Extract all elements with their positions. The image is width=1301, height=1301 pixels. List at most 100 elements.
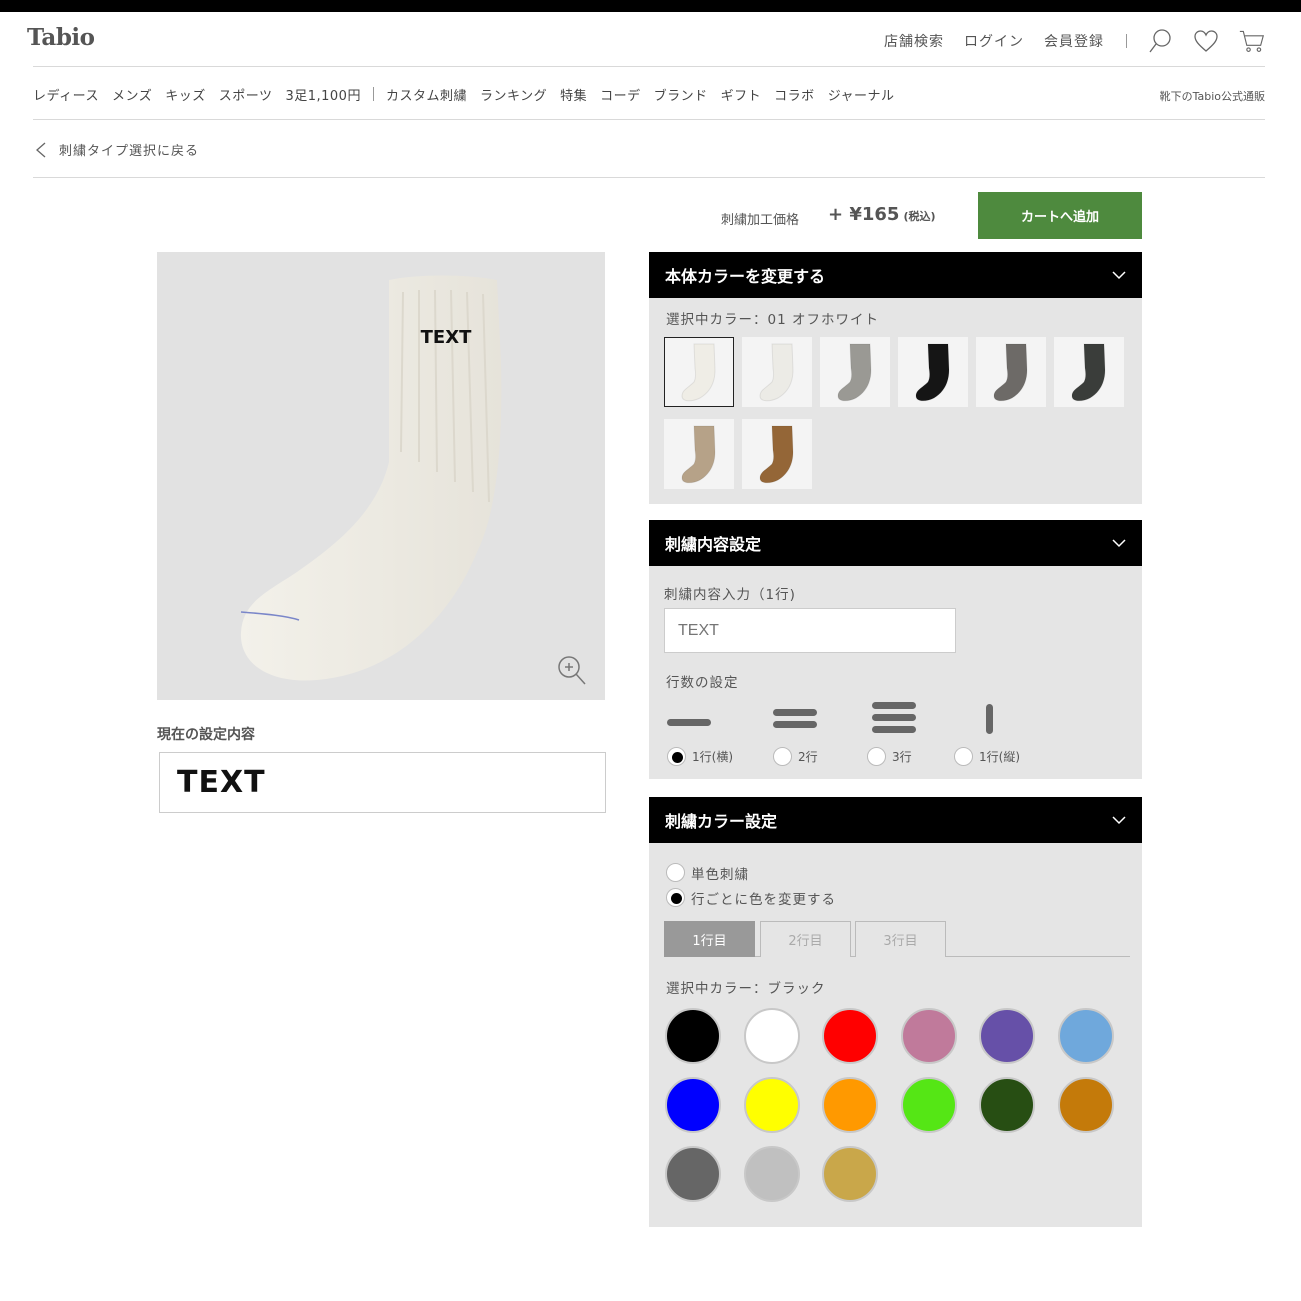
two-lines-icon [773, 709, 817, 728]
mode-option-label: 単色刺繍 [691, 866, 749, 883]
three-lines-icon [872, 702, 916, 733]
thread-color-swatch[interactable] [979, 1077, 1035, 1133]
nav-item-brand[interactable]: ブランド [654, 85, 708, 104]
thread-color-swatch[interactable] [743, 1008, 800, 1064]
tab-line-1[interactable]: 1行目 [664, 921, 755, 957]
header-divider [1126, 34, 1127, 48]
top-bar [0, 0, 1301, 12]
nav-item-3pairs[interactable]: 3足1,100円 [285, 85, 361, 104]
thread-color-swatch[interactable] [900, 1077, 957, 1133]
tab-line-2[interactable]: 2行目 [760, 921, 851, 957]
nav-divider [372, 87, 374, 101]
sock-illustration: TEXT [240, 275, 502, 681]
search-icon[interactable] [1147, 27, 1173, 55]
line-option-label: 1行(縦) [979, 750, 1020, 764]
current-settings-text: TEXT [177, 765, 266, 800]
nav-item-ladies[interactable]: レディース [33, 85, 99, 104]
nav-item-collab[interactable]: コラボ [774, 85, 815, 104]
line-option-label: 2行 [798, 750, 818, 764]
embroidery-content-panel: 刺繍内容設定 刺繍内容入力（1行) 行数の設定 1行(横) 2行 3行 1行(縦… [649, 520, 1142, 779]
nav-item-gift[interactable]: ギフト [721, 85, 762, 104]
embroidery-content-header[interactable]: 刺繍内容設定 [649, 520, 1142, 566]
add-to-cart-button[interactable]: カートへ追加 [978, 192, 1142, 239]
radio-button[interactable] [773, 747, 792, 766]
body-color-swatch[interactable] [742, 419, 812, 489]
nav-item-feature[interactable]: 特集 [560, 85, 587, 104]
chevron-left-icon [36, 142, 46, 157]
selected-thread-color-label: 選択中カラー：ブラック [666, 981, 826, 997]
thread-color-swatch[interactable] [979, 1008, 1035, 1064]
back-link-label: 刺繍タイプ選択に戻る [59, 144, 200, 159]
radio-button[interactable] [954, 747, 973, 766]
heart-icon[interactable] [1193, 27, 1219, 55]
header-link-store-search[interactable]: 店舗検索 [884, 31, 944, 51]
main-nav: レディース メンズ キッズ スポーツ 3足1,100円 カスタム刺繍 ランキング… [33, 84, 908, 104]
nav-item-sports[interactable]: スポーツ [219, 85, 273, 104]
thread-color-swatch[interactable] [822, 1008, 878, 1064]
thread-color-swatch[interactable] [822, 1146, 878, 1202]
body-color-swatch[interactable] [664, 337, 734, 407]
body-color-swatch[interactable] [898, 337, 968, 407]
product-image[interactable]: TEXT [157, 252, 605, 700]
body-color-swatch[interactable] [976, 337, 1046, 407]
radio-button[interactable] [867, 747, 886, 766]
thread-color-swatch[interactable] [822, 1077, 878, 1133]
sock-thumbnail [915, 343, 950, 402]
body-color-swatch[interactable] [664, 419, 734, 489]
header-link-register[interactable]: 会員登録 [1044, 31, 1104, 51]
line-option-1-vertical[interactable]: 1行(縦) [954, 746, 1020, 766]
tab-line-3[interactable]: 3行目 [855, 921, 946, 957]
line-count-label: 行数の設定 [666, 675, 739, 691]
divider [33, 119, 1265, 120]
body-color-swatch[interactable] [820, 337, 890, 407]
thread-color-swatch[interactable] [743, 1077, 800, 1133]
radio-button[interactable] [666, 888, 685, 907]
nav-item-journal[interactable]: ジャーナル [828, 85, 895, 104]
thread-color-header[interactable]: 刺繍カラー設定 [649, 797, 1142, 843]
back-link[interactable]: 刺繍タイプ選択に戻る [35, 140, 199, 159]
divider [33, 66, 1265, 67]
line-option-3[interactable]: 3行 [867, 746, 912, 766]
body-color-title: 本体カラーを変更する [665, 267, 826, 286]
radio-button[interactable] [666, 863, 685, 882]
nav-item-custom-embroidery[interactable]: カスタム刺繍 [386, 85, 467, 104]
mode-option-single[interactable]: 単色刺繍 [666, 862, 749, 883]
thread-color-swatch[interactable] [665, 1146, 721, 1202]
sock-thumbnail [759, 425, 794, 484]
sock-thumbnail [993, 343, 1028, 402]
header-link-login[interactable]: ログイン [964, 31, 1024, 51]
nav-tagline: 靴下のTabio公式通販 [1159, 90, 1265, 103]
cart-icon[interactable] [1239, 27, 1265, 55]
nav-item-ranking[interactable]: ランキング [480, 85, 547, 104]
thread-color-swatch[interactable] [665, 1077, 721, 1133]
one-line-horizontal-icon [667, 719, 711, 726]
nav-item-kids[interactable]: キッズ [165, 85, 206, 104]
logo[interactable]: Tabio [27, 24, 95, 51]
embroidery-text-input[interactable] [664, 608, 956, 653]
sock-thumbnail [837, 343, 872, 402]
thread-color-swatch[interactable] [1057, 1008, 1114, 1064]
body-color-header[interactable]: 本体カラーを変更する [649, 252, 1142, 298]
thread-color-swatch[interactable] [1057, 1077, 1114, 1133]
line-option-2[interactable]: 2行 [773, 746, 818, 766]
thread-color-swatch[interactable] [743, 1146, 800, 1202]
zoom-icon[interactable] [556, 654, 588, 686]
body-color-swatch[interactable] [1054, 337, 1124, 407]
mode-option-per-line[interactable]: 行ごとに色を変更する [666, 887, 836, 908]
thread-color-swatch[interactable] [900, 1008, 957, 1064]
body-color-swatch[interactable] [742, 337, 812, 407]
radio-button[interactable] [667, 747, 686, 766]
nav-item-mens[interactable]: メンズ [112, 85, 152, 104]
thread-color-swatch[interactable] [665, 1008, 721, 1064]
sock-embroidery-text: TEXT [421, 327, 472, 348]
selected-body-color-label: 選択中カラー：01 オフホワイト [666, 312, 879, 328]
divider [33, 177, 1265, 178]
line-option-label: 1行(横) [692, 750, 733, 764]
nav-item-coordinate[interactable]: コーデ [600, 85, 641, 104]
sock-thumbnail [681, 425, 716, 484]
line-option-label: 3行 [892, 750, 912, 764]
line-option-1-horizontal[interactable]: 1行(横) [667, 746, 733, 766]
embroidery-input-label: 刺繍内容入力（1行) [664, 587, 796, 603]
header-links: 店舗検索 ログイン 会員登録 [884, 26, 1265, 56]
embroidery-content-title: 刺繍内容設定 [665, 535, 762, 554]
